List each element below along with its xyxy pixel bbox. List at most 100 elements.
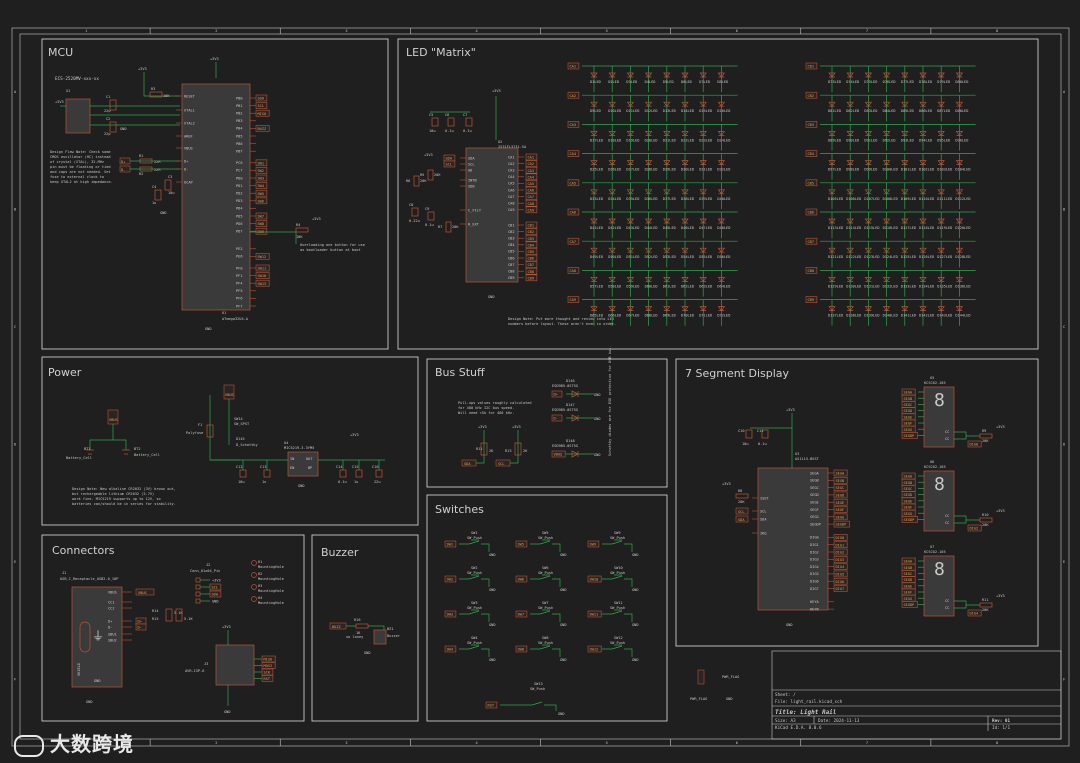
led-ca-led-ref: D24LED (717, 138, 730, 142)
switch-symbol-sw4 (459, 644, 490, 657)
cap-c1-ref: C1 (106, 95, 110, 99)
led-driver-net-cb7: CB7 (528, 263, 535, 267)
led-driver-net-cb3: CB3 (528, 237, 535, 241)
seg-display-u5-segg: SEGG (904, 428, 913, 432)
power-cap-ref-c16: C16 (372, 465, 379, 469)
switch-symbol-sw5 (530, 539, 561, 552)
switch-ref-sw11: SW11 (614, 601, 623, 605)
led-cb-led-ref: D75LED (864, 80, 877, 84)
cap-c1-val: 22p (104, 109, 111, 113)
led-driver-net-ca6: CA6 (528, 189, 535, 193)
ldo-ref: U4 (284, 441, 288, 445)
led-ca-led-ref: D72LED (717, 314, 730, 318)
seg-display-u5-segf: SEGF (904, 422, 913, 426)
led-cb-led-ref: D120LED (955, 226, 970, 230)
led-cb-led-ref: D73LED (828, 80, 841, 84)
led-cb-led-ref: D94LED (919, 138, 932, 142)
power-cap-ref-c14: C14 (336, 465, 343, 469)
led-cb-led-ref: D124LED (883, 255, 898, 259)
led-res-r6 (413, 175, 420, 187)
seg-r8-rail: +3V3 (722, 482, 731, 486)
led-cb-led-ref: D83LED (864, 109, 877, 113)
led-cb-led-ref: D126LED (919, 255, 934, 259)
bus-r13-ref: R13 (505, 449, 512, 453)
mcu-net-labels: SDA SCL MISO BUZZ SW1 SW2 SW3 SW4 SW5 SW6 SW7 SW8 SW… (255, 94, 270, 287)
switch-ref-sw5: SW5 (542, 531, 549, 535)
bus-diode-val-d146: ESD9B5.0ST5G (552, 384, 578, 388)
led-cb-led-ref: D114LED (846, 226, 861, 230)
switch-label-sw12: SW12 (590, 648, 599, 652)
mcu-net-label-sw12: SW12 (258, 255, 267, 259)
section-title-power: Power (48, 366, 82, 379)
led-driver-net-ca5: CA5 (528, 182, 535, 186)
seg-net-segdp: SEGDP (836, 523, 847, 527)
seg-display-cc-1: CC (945, 430, 949, 434)
led-cb-led-ref: D76LED (883, 80, 896, 84)
cap-c1 (109, 99, 117, 111)
section-title-mcu: MCU (48, 46, 73, 59)
led-ca-led-ref: D6LED (681, 80, 692, 84)
led-ca-led-ref: D69LED (663, 314, 676, 318)
led-driver-lpin-ad: AD (468, 168, 472, 172)
mcu-right-pin-pd4: PD4 (236, 207, 243, 211)
power-cap-val-c13: 1u (262, 480, 266, 484)
led-ca-led-ref: D1LED (590, 80, 601, 84)
seg-display-res-r11 (979, 602, 993, 608)
switch-symbol-sw3 (459, 609, 490, 622)
frame-right-tick-A: A (1063, 90, 1066, 94)
mcu-net-label-sw8: SW8 (258, 222, 265, 226)
switch-val-sw6: SW_Push (538, 571, 553, 575)
led-cb-led-ref: D109LED (901, 197, 916, 201)
bus-r11-val: 2K (489, 449, 494, 453)
ldo-val: MIC5219-3.3YM5 (284, 446, 314, 450)
led-driver-rpin-ca5: CA5 (508, 182, 515, 186)
led-ca-led-ref: D19LED (626, 138, 639, 142)
led-cb-led-ref: D85LED (901, 109, 914, 113)
led-ca-row-label-ca5: CA5 (570, 181, 577, 185)
led-driver-rpin-cb8: CB8 (508, 270, 515, 274)
seg-lpin-scl: SCL (760, 509, 767, 513)
switch-val-sw4: SW_Push (467, 641, 482, 645)
led-ca-led-ref: D54LED (681, 255, 694, 259)
power-cap-c12 (239, 469, 247, 478)
power-cap-ref-c15: C15 (352, 465, 359, 469)
led-ca-led-ref: D52LED (645, 255, 658, 259)
switch-val-sw12: SW_Push (610, 641, 625, 645)
j1-pin-gnd: GND (94, 679, 101, 683)
mounting-hole-val-h2: MountingHole (258, 577, 284, 581)
seg-rpin-segg: SEGG (810, 515, 819, 519)
switch-ref-sw2: SW2 (471, 566, 478, 570)
led-cb-led-ref: D135LED (937, 284, 952, 288)
seg-rail: +3V3 (786, 408, 795, 412)
j2-ref: J2 (206, 563, 210, 567)
led-ca-row-label-ca6: CA6 (570, 211, 577, 215)
power-cap-val-c12: 10u (238, 480, 245, 484)
seg-driver-val: AS1115-BSST (795, 457, 820, 461)
seg-rpin-keya: KEYA (810, 600, 819, 604)
led-driver-value: IS31FL3731-SA (498, 145, 527, 149)
led-ca-led-ref: D58LED (608, 284, 621, 288)
seg-rpin-dig3: DIG3 (810, 558, 819, 562)
led-cb-led-ref: D115LED (864, 226, 879, 230)
led-cb-row-label-cb7: CB7 (808, 240, 815, 244)
mcu-right-pin-pf0: PF0 (236, 266, 243, 270)
cap-c11-val: 0.1u (758, 442, 767, 446)
led-cb-led-ref: D136LED (955, 284, 970, 288)
led-cap-ref-c6: C6 (445, 113, 449, 117)
led-cb-led-ref: D82LED (846, 109, 859, 113)
led-cb-row-label-cb9: CB9 (808, 298, 815, 302)
seg-display-u7-segdp: SEGDP (904, 603, 915, 607)
led-driver-rpin-cb5: CB5 (508, 250, 515, 254)
power-vbus-text-1: VBUS (109, 418, 118, 422)
led-ca-led-ref: D44LED (645, 226, 658, 230)
mcu-net-label-sw4: SW4 (258, 184, 265, 188)
seg-rpin-segdp: SEGDP (810, 522, 821, 526)
switch-label-sw8: SW8 (518, 648, 525, 652)
frame-bottom-tick-2: 2 (215, 741, 217, 745)
seg-display-u6-segdp: SEGDP (904, 518, 915, 522)
battery-wires (89, 424, 127, 450)
led-ca-led-ref: D31LED (699, 168, 712, 172)
frame-bottom-tick-3: 3 (345, 741, 347, 745)
led-driver-ref: U2 (498, 140, 502, 144)
led-cap-c6 (447, 117, 455, 127)
